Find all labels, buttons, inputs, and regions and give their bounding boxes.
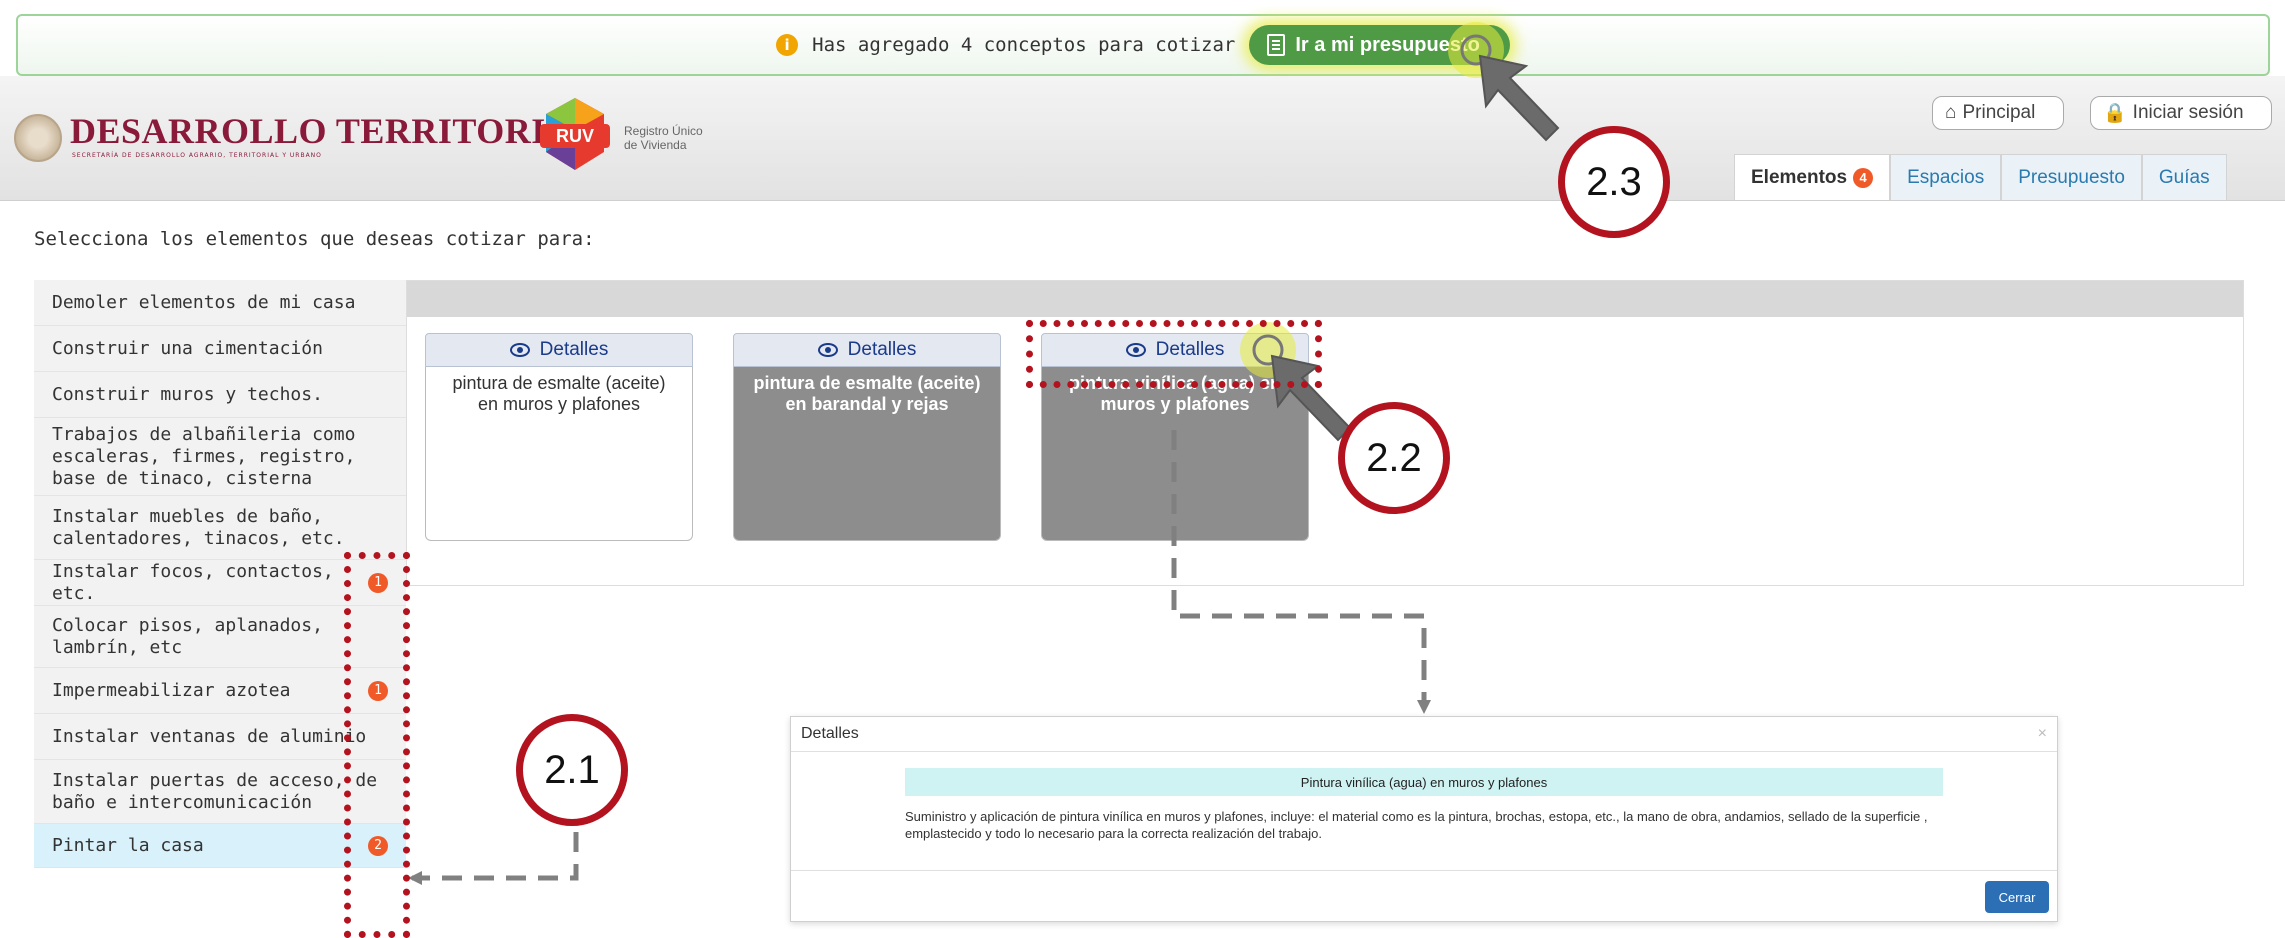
category-item[interactable]: Demoler elementos de mi casa bbox=[34, 280, 406, 326]
government-seal-icon bbox=[14, 114, 62, 162]
ruv-logo: RUV bbox=[540, 98, 610, 170]
category-label: Pintar la casa bbox=[52, 834, 204, 856]
site-header: DESARROLLO TERRITORIAL SECRETARÍA DE DES… bbox=[0, 76, 2285, 201]
modal-title: Pintura vinílica (agua) en muros y plafo… bbox=[905, 768, 1943, 796]
notification-message: Has agregado 4 conceptos para cotizar bbox=[812, 34, 1236, 56]
notification-bar: i Has agregado 4 conceptos para cotizar … bbox=[16, 14, 2270, 76]
details-label: Detalles bbox=[539, 339, 609, 360]
dashed-connector-1 bbox=[412, 832, 579, 881]
go-to-budget-label: Ir a mi presupuesto bbox=[1295, 33, 1480, 56]
close-icon[interactable]: × bbox=[2038, 725, 2047, 743]
login-button[interactable]: 🔒 Iniciar sesión bbox=[2090, 96, 2272, 130]
brand-subtitle: SECRETARÍA DE DESARROLLO AGRARIO, TERRIT… bbox=[72, 152, 322, 159]
step-callout-2-3: 2.3 bbox=[1558, 126, 1670, 238]
details-modal: Detalles × Pintura vinílica (agua) en mu… bbox=[790, 716, 2058, 922]
category-label: Trabajos de albañileria como escaleras, … bbox=[52, 423, 356, 489]
category-label: Demoler elementos de mi casa bbox=[52, 291, 356, 313]
ruv-logo-text: RUV bbox=[556, 126, 594, 146]
document-icon bbox=[1267, 34, 1286, 56]
category-item[interactable]: Instalar muebles de baño, calentadores, … bbox=[34, 496, 406, 560]
tab-guías[interactable]: Guías bbox=[2141, 154, 2227, 200]
main-tabs: Elementos 4 Espacios Presupuesto Guías bbox=[1734, 154, 2227, 200]
category-label: Instalar focos, contactos, etc. bbox=[52, 560, 334, 604]
category-label: Instalar puertas de acceso, de baño e in… bbox=[52, 769, 378, 813]
eye-icon bbox=[817, 343, 838, 357]
go-to-budget-button[interactable]: Ir a mi presupuesto bbox=[1249, 25, 1510, 65]
details-button[interactable]: Detalles bbox=[733, 333, 1001, 367]
step-callout-2-1: 2.1 bbox=[516, 714, 628, 826]
ruv-caption: Registro Único de Vivienda bbox=[624, 124, 703, 152]
category-label: Impermeabilizar azotea bbox=[52, 679, 291, 701]
arrow-head-1 bbox=[408, 871, 422, 885]
modal-header: Detalles bbox=[801, 725, 859, 742]
tab-elementos[interactable]: Elementos 4 bbox=[1734, 154, 1891, 200]
category-label: Construir muros y techos. bbox=[52, 383, 323, 405]
close-button[interactable]: Cerrar bbox=[1985, 881, 2049, 913]
card-description: pintura vinílica (agua) en muros y plafo… bbox=[1041, 367, 1309, 541]
element-card[interactable]: Detalles pintura de esmalte (aceite) en b… bbox=[733, 333, 1001, 541]
category-label: Colocar pisos, aplanados, lambrín, etc bbox=[52, 614, 323, 658]
category-label: Construir una cimentación bbox=[52, 337, 323, 359]
tab-label: Elementos bbox=[1751, 166, 1848, 188]
principal-button[interactable]: ⌂ Principal bbox=[1932, 96, 2064, 130]
tab-espacios[interactable]: Espacios bbox=[1890, 154, 2002, 200]
category-item[interactable]: Trabajos de albañileria como escaleras, … bbox=[34, 418, 406, 496]
tab-label: Presupuesto bbox=[2018, 166, 2125, 188]
element-card[interactable]: Detalles pintura de esmalte (aceite) en m… bbox=[425, 333, 693, 541]
lock-icon: 🔒 bbox=[2103, 103, 2127, 124]
panel-header-strip bbox=[407, 281, 2243, 317]
highlight-box-category-badges bbox=[344, 552, 410, 938]
details-label: Detalles bbox=[847, 339, 917, 360]
category-item[interactable]: Construir una cimentación bbox=[34, 326, 406, 372]
category-item[interactable]: Construir muros y techos. bbox=[34, 372, 406, 418]
home-icon: ⌂ bbox=[1945, 102, 1957, 123]
tab-presupuesto[interactable]: Presupuesto bbox=[2001, 154, 2142, 200]
card-description: pintura de esmalte (aceite) en barandal … bbox=[733, 367, 1001, 541]
brand-title: DESARROLLO TERRITORIAL bbox=[70, 111, 597, 151]
eye-icon bbox=[509, 343, 530, 357]
page-prompt: Selecciona los elementos que deseas coti… bbox=[34, 228, 595, 250]
info-icon: i bbox=[776, 34, 799, 56]
details-button[interactable]: Detalles bbox=[425, 333, 693, 367]
highlight-box-details-button bbox=[1026, 320, 1322, 388]
tab-count-badge: 4 bbox=[1853, 167, 1874, 188]
category-label: Instalar muebles de baño, calentadores, … bbox=[52, 505, 345, 549]
elements-panel: Detalles pintura de esmalte (aceite) en m… bbox=[406, 280, 2244, 586]
tab-label: Espacios bbox=[1907, 166, 1985, 188]
card-description: pintura de esmalte (aceite) en muros y p… bbox=[425, 367, 693, 541]
category-label: Instalar ventanas de aluminio bbox=[52, 725, 367, 747]
modal-description: Suministro y aplicación de pintura viníl… bbox=[905, 809, 1928, 841]
arrow-head-2 bbox=[1417, 700, 1431, 714]
tab-label: Guías bbox=[2158, 166, 2210, 188]
step-callout-2-2: 2.2 bbox=[1338, 402, 1450, 514]
